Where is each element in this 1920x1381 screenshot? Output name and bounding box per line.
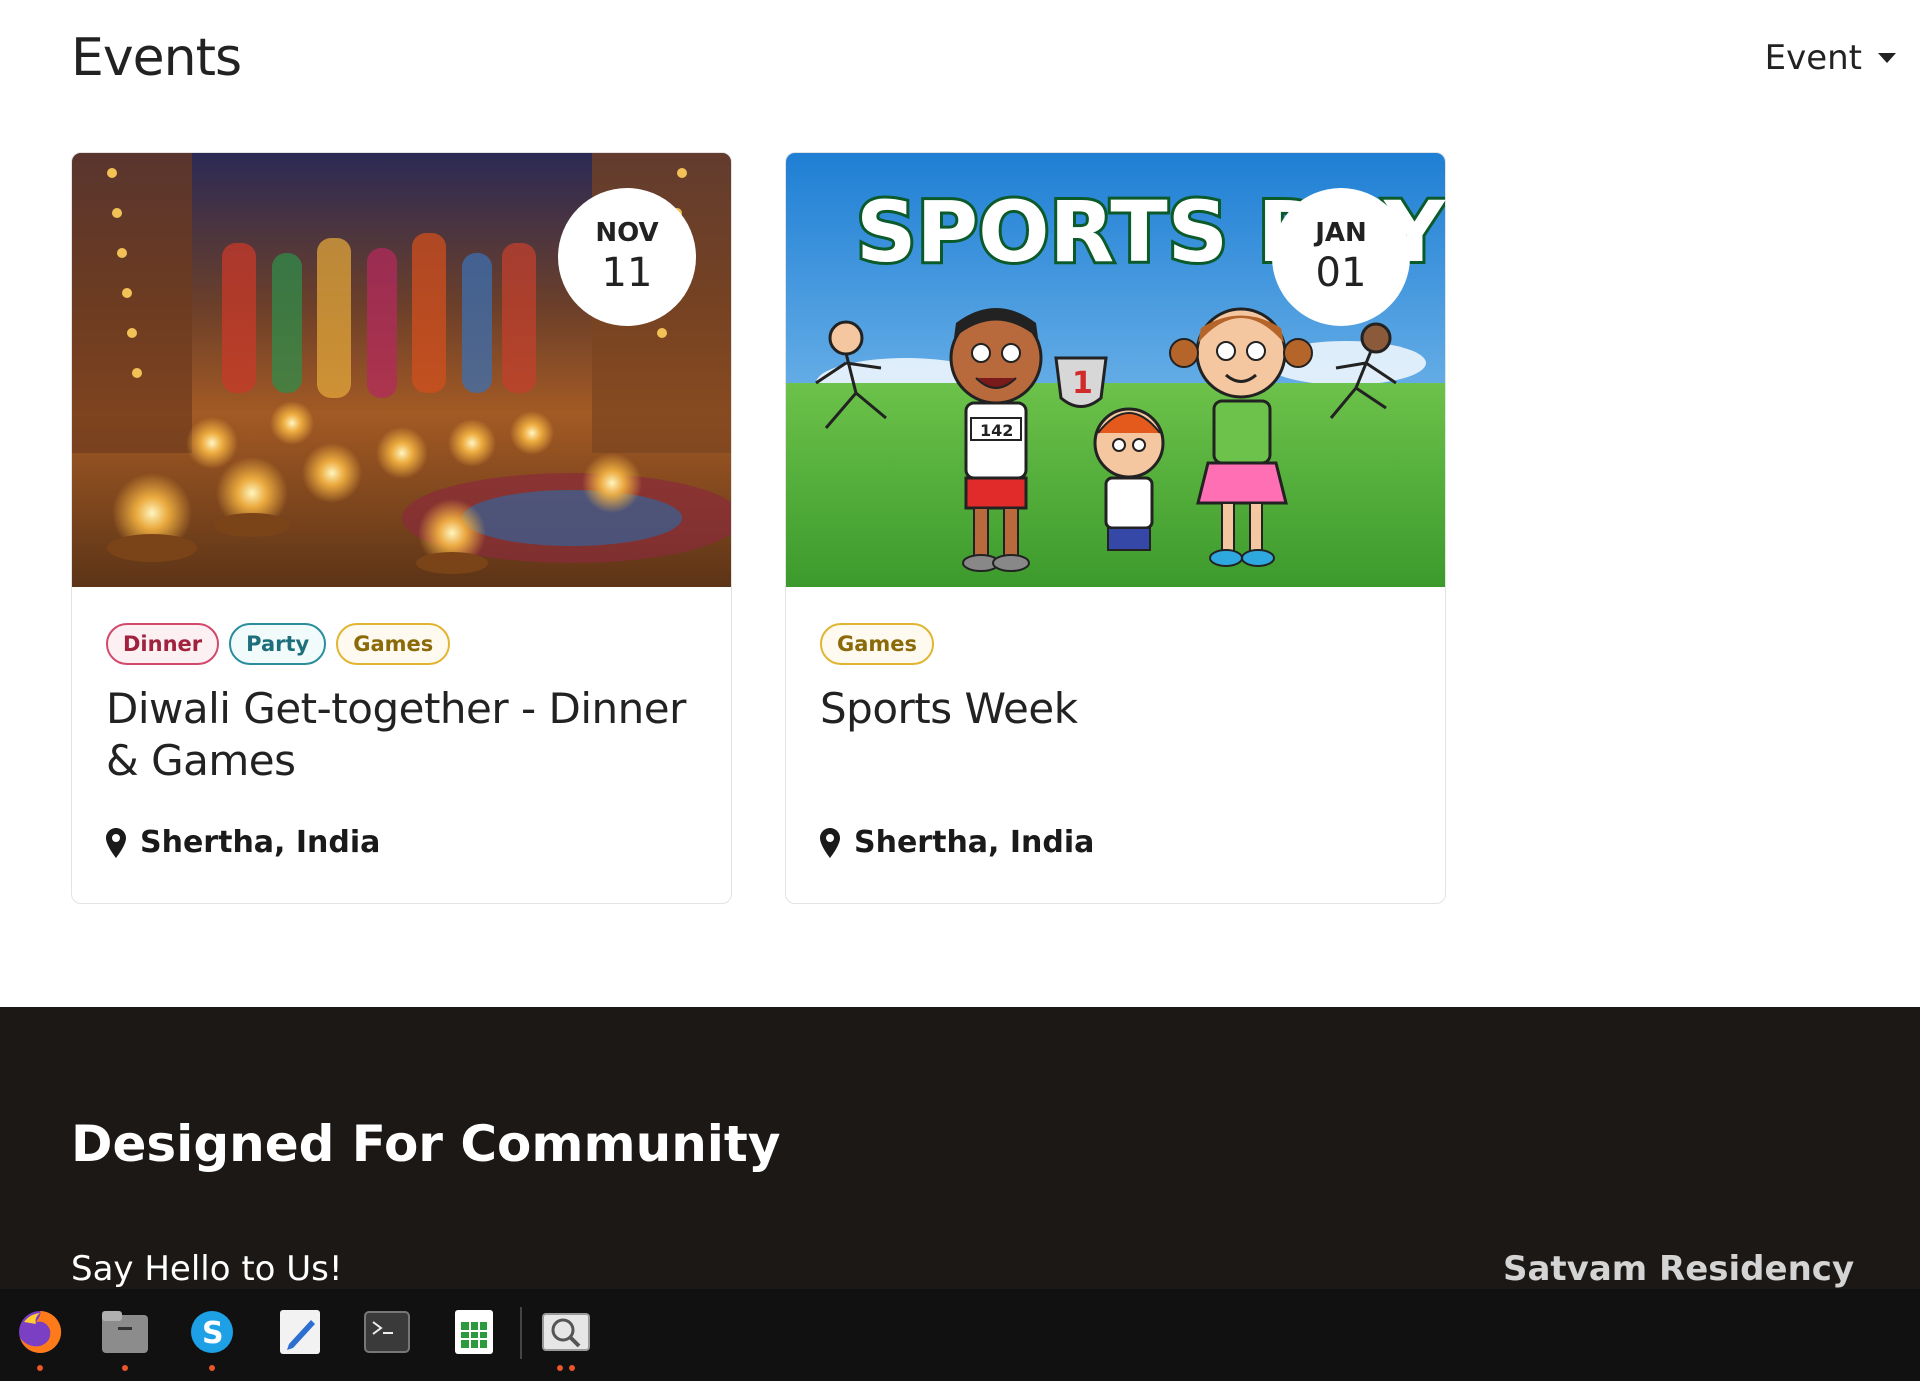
footer-contact-heading: Say Hello to Us! [71, 1249, 343, 1289]
location-text: Shertha, India [140, 825, 381, 860]
event-card-sports[interactable]: SPORTS DAY 142 1 JAN 01 Games Sports Wee… [785, 152, 1446, 904]
date-day: 01 [1315, 250, 1367, 296]
sports-day-image: SPORTS DAY 142 1 JAN 01 [786, 153, 1445, 587]
footer: Designed For Community Say Hello to Us! … [0, 1007, 1920, 1289]
footer-brand[interactable]: Satvam Residency [1503, 1249, 1854, 1289]
caret-down-icon [1878, 53, 1896, 63]
diwali-lamps-image: NOV 11 [72, 153, 731, 587]
svg-text:S: S [202, 1316, 224, 1351]
date-month: NOV [595, 218, 659, 248]
tag-games[interactable]: Games [336, 623, 451, 665]
event-location: Shertha, India [820, 825, 1094, 860]
tag-party[interactable]: Party [229, 623, 327, 665]
page-title: Events [71, 28, 242, 88]
event-card-diwali[interactable]: NOV 11 Dinner Party Games Diwali Get-tog… [71, 152, 732, 904]
firefox-icon[interactable] [15, 1307, 65, 1371]
skype-icon[interactable]: S [187, 1307, 237, 1371]
event-dropdown-label: Event [1764, 38, 1862, 78]
event-title[interactable]: Sports Week [820, 683, 1410, 735]
text-editor-icon[interactable] [275, 1307, 325, 1357]
location-text: Shertha, India [854, 825, 1095, 860]
svg-text:142: 142 [980, 421, 1013, 440]
event-location: Shertha, India [106, 825, 380, 860]
date-month: JAN [1315, 218, 1367, 248]
tag-list: Games [820, 623, 935, 665]
event-title[interactable]: Diwali Get-together - Dinner & Games [106, 683, 696, 787]
files-icon[interactable] [100, 1307, 150, 1371]
terminal-icon[interactable] [362, 1307, 412, 1357]
date-badge: NOV 11 [558, 188, 696, 326]
taskbar: S [0, 1289, 1920, 1381]
event-dropdown[interactable]: Event [1765, 38, 1896, 78]
image-viewer-icon[interactable] [541, 1307, 591, 1371]
taskbar-separator [520, 1307, 522, 1359]
svg-text:1: 1 [1072, 366, 1093, 401]
footer-heading: Designed For Community [71, 1115, 781, 1173]
date-badge: JAN 01 [1272, 188, 1410, 326]
tag-dinner[interactable]: Dinner [106, 623, 220, 665]
map-pin-icon [820, 827, 840, 858]
date-day: 11 [601, 250, 653, 296]
spreadsheet-icon[interactable] [449, 1307, 499, 1357]
map-pin-icon [106, 827, 126, 858]
tag-games[interactable]: Games [820, 623, 935, 665]
tag-list: Dinner Party Games [106, 623, 451, 665]
